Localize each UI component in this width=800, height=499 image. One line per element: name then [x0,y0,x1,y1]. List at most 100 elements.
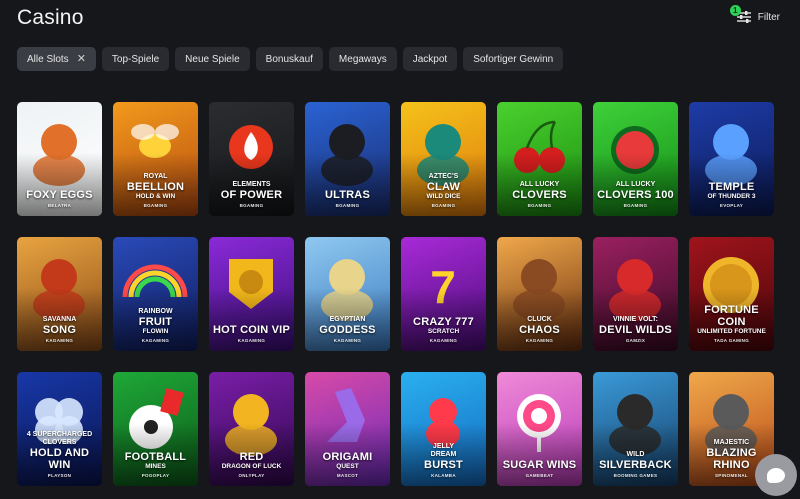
filter-chip[interactable]: Neue Spiele [175,47,250,71]
game-title: Burst [424,459,463,471]
game-provider: Kagaming [237,338,266,343]
game-provider: Gamebeat [525,473,554,478]
game-title-block: Red Dragon of Luck Onlyplay [211,451,292,479]
game-title: Origami [322,451,373,463]
game-tile[interactable]: Foxy Eggs Belatra [17,102,102,216]
game-title-block: Rainbow Fruit Flowin Kagaming [115,308,196,344]
game-title: Clovers 100 [597,189,674,201]
game-title-block: Elements of Power BGaming [211,181,292,209]
game-pretitle: All Lucky [519,181,560,188]
filter-sliders-icon: 1 [729,5,752,24]
game-title: Red [239,451,264,463]
game-tile[interactable]: Jelly Dream Burst Kalamba [401,372,486,486]
game-title-block: Savanna Song Kagaming [19,316,100,344]
game-title-block: Aztec's Claw Wild Dice BGaming [403,173,484,209]
game-provider: Gamzix [625,338,646,343]
game-tile[interactable]: Fortune Coin Unlimited Fortune TaDa Gaming [689,237,774,351]
game-tile[interactable]: Savanna Song Kagaming [17,237,102,351]
filter-count-badge: 1 [729,5,741,16]
game-tile[interactable]: Wild Silverback Booming Games [593,372,678,486]
game-pretitle: Wild [626,451,645,458]
filter-label: Filter [757,11,780,23]
game-title-block: Sugar Wins Gamebeat [499,459,580,479]
game-title-block: Cluck Chaos Kagaming [499,316,580,344]
game-tile[interactable]: Football Mines Pogoplay [113,372,198,486]
game-tile[interactable]: Aztec's Claw Wild Dice BGaming [401,102,486,216]
game-title: Claw [426,181,461,193]
game-subtitle: Quest [336,463,359,470]
category-chips: Alle Slots ✕ Top-Spiele Neue Spiele Bonuskau… [17,47,564,71]
game-provider: BGaming [623,203,648,208]
game-title-block: All Lucky Clovers BGaming [499,181,580,209]
filter-chip[interactable]: Jackpot [402,47,458,71]
game-tile[interactable]: All Lucky Clovers BGaming [497,102,582,216]
game-pretitle: Cluck [527,316,552,323]
game-title: Beellion [126,181,185,193]
game-provider: Mascot [336,473,359,478]
filter-chip-label: Alle Slots [27,53,69,65]
game-tile[interactable]: Egyptian Goddess Kagaming [305,237,390,351]
game-title-block: Wild Silverback Booming Games [595,451,676,479]
filter-chip[interactable]: Megaways [328,47,397,71]
game-tile[interactable]: Hot Coin VIP Kagaming [209,237,294,351]
game-tile[interactable]: Temple of Thunder 3 Evoplay [689,102,774,216]
game-provider: Kagaming [525,338,554,343]
game-subtitle: Scratch [427,328,460,335]
filter-chip-label: Jackpot [412,53,448,65]
game-pretitle: Vinnie Volt: [613,316,658,323]
game-title-block: Foxy Eggs Belatra [19,189,100,209]
filter-chip-label: Top-Spiele [111,53,160,65]
game-title: Fruit [138,316,173,328]
game-pretitle: Jelly [432,443,455,450]
game-provider: Kalamba [431,473,456,478]
game-subtitle: Mines [145,463,166,470]
game-title: Hot Coin VIP [213,324,290,336]
filter-chip[interactable]: Sofortiger Gewinn [463,47,564,71]
filter-chip[interactable]: Alle Slots ✕ [17,47,96,71]
game-provider: Kagaming [45,338,74,343]
game-title: Chaos [519,324,560,336]
game-tile[interactable]: Origami Quest Mascot [305,372,390,486]
game-title: Football [124,451,187,463]
game-tile[interactable]: Sugar Wins Gamebeat [497,372,582,486]
game-pretitle: All Lucky [615,181,656,188]
game-provider: Pogoplay [141,473,170,478]
game-tile[interactable]: Elements of Power BGaming [209,102,294,216]
game-pretitle: Egyptian [329,316,366,323]
close-icon[interactable]: ✕ [77,53,86,65]
game-tile[interactable]: Rainbow Fruit Flowin Kagaming [113,237,198,351]
filter-chip[interactable]: Top-Spiele [101,47,170,71]
game-tile[interactable]: Cluck Chaos Kagaming [497,237,582,351]
game-tile[interactable]: 4 Supercharged Clovers Hold and Win Playson [17,372,102,486]
game-tile[interactable]: Red Dragon of Luck Onlyplay [209,372,294,486]
game-provider: BGaming [239,203,264,208]
game-tile[interactable]: Vinnie Volt: Devil Wilds Gamzix [593,237,678,351]
game-subtitle: Dragon of Luck [221,463,282,470]
game-pretitle: Savanna [42,316,77,323]
filter-chip[interactable]: Bonuskauf [255,47,323,71]
game-title: Goddess [319,324,376,336]
filter-button[interactable]: 1 Filter [729,5,780,24]
game-title: Fortune Coin [704,304,759,328]
game-title: Clovers [512,189,567,201]
game-title-block: Temple of Thunder 3 Evoplay [691,181,772,209]
game-tile[interactable]: 7 Crazy 777 Scratch Kagaming [401,237,486,351]
game-tile[interactable]: Royal Beellion Hold & Win BGaming [113,102,198,216]
game-pretitle: 4 Supercharged [26,431,93,438]
game-title-block: Hot Coin VIP Kagaming [211,324,292,344]
chat-bubble-icon [767,467,785,483]
game-title: Hold and Win [29,447,90,471]
game-title: Silverback [599,459,672,471]
game-provider: BGaming [431,203,456,208]
game-tile[interactable]: All Lucky Clovers 100 BGaming [593,102,678,216]
game-tile[interactable]: Ultras BGaming [305,102,390,216]
game-provider: TaDa Gaming [713,338,750,343]
game-pretitle: Clovers [42,439,77,446]
filter-chip-label: Bonuskauf [265,53,313,65]
chat-button[interactable] [755,454,797,496]
game-title-block: Crazy 777 Scratch Kagaming [403,316,484,344]
game-subtitle: Wild Dice [426,193,461,200]
game-provider: BGaming [335,203,360,208]
game-pretitle: Rainbow [138,308,173,315]
game-title-block: Egyptian Goddess Kagaming [307,316,388,344]
